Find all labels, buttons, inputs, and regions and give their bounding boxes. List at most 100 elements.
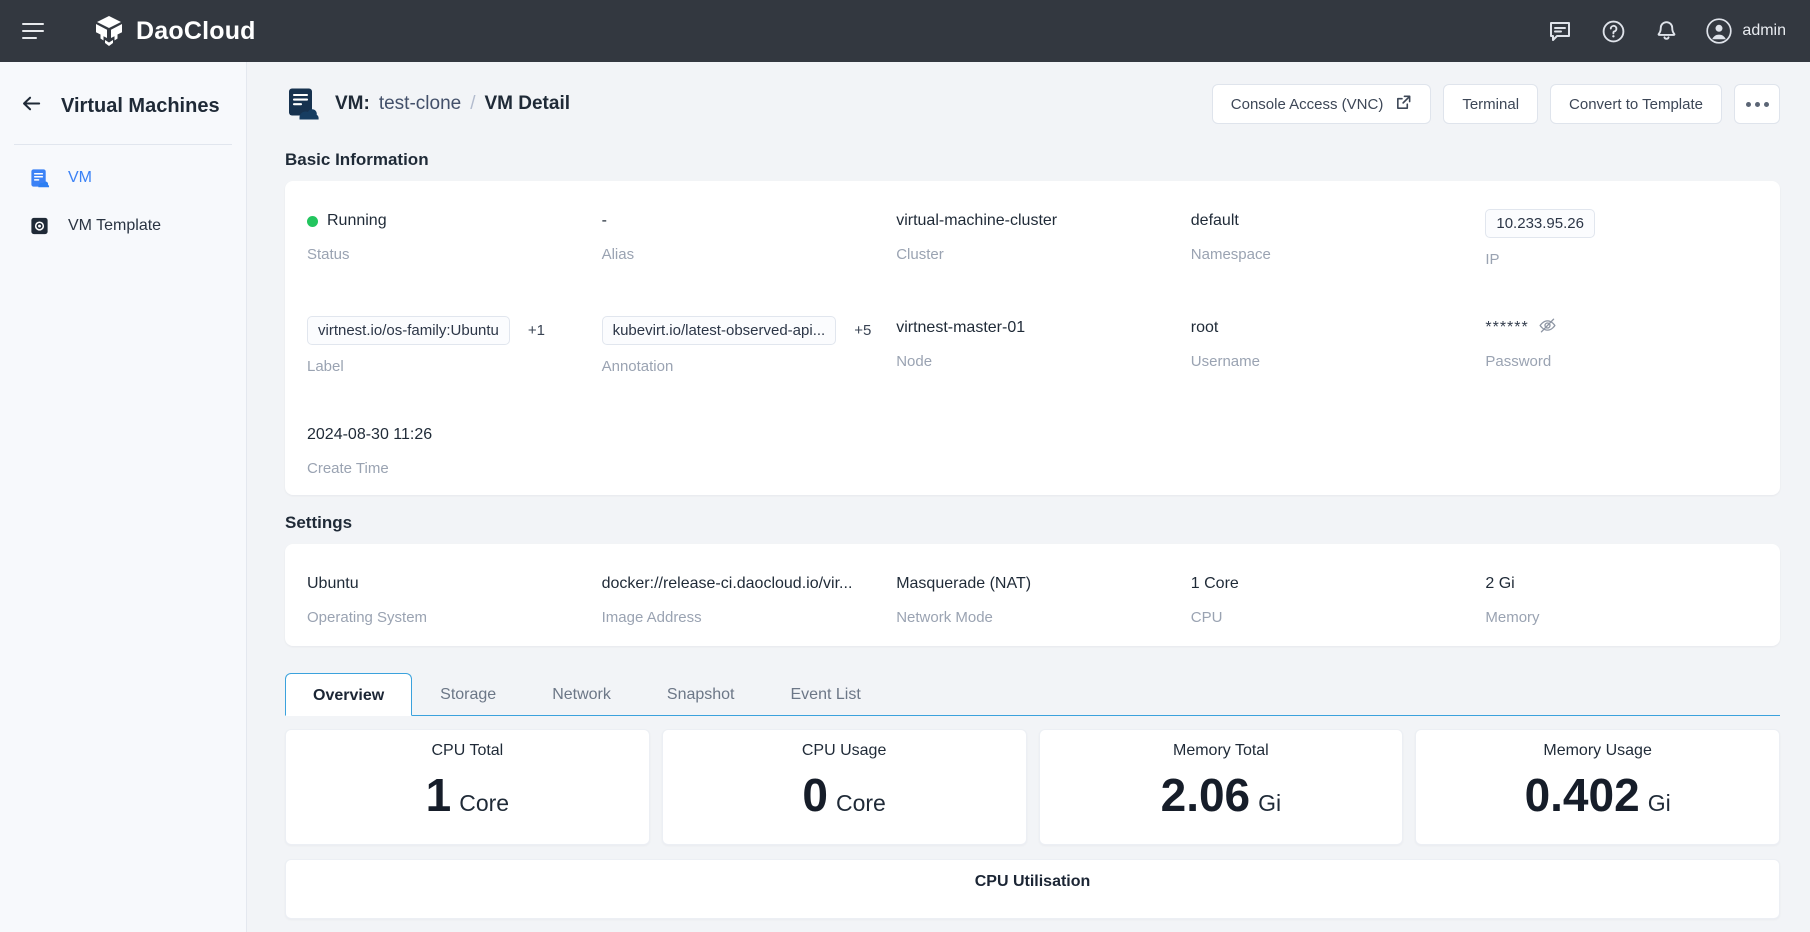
breadcrumb-current: VM Detail xyxy=(484,93,570,115)
annotation-more-count[interactable]: +5 xyxy=(854,322,871,339)
sidebar-item-label: VM xyxy=(68,169,92,187)
stat-value: 0.402 xyxy=(1525,772,1640,818)
field-create-time: 2024-08-30 11:26 Create Time xyxy=(307,423,602,477)
image-address-label: Image Address xyxy=(602,609,881,626)
basic-row-1: Running Status - Alias virtual-machine-c… xyxy=(285,209,1780,268)
username-value: root xyxy=(1191,319,1219,337)
image-address-value: docker://release-ci.daocloud.io/vir... xyxy=(602,575,853,593)
brand-logo-group[interactable]: DaoCloud xyxy=(94,15,256,47)
password-label: Password xyxy=(1485,353,1764,370)
basic-information-card: Running Status - Alias virtual-machine-c… xyxy=(285,181,1780,495)
alias-value: - xyxy=(602,212,607,230)
ip-chip[interactable]: 10.233.95.26 xyxy=(1485,209,1595,238)
field-ip: 10.233.95.26 IP xyxy=(1485,209,1780,268)
notification-bell-icon[interactable] xyxy=(1653,18,1679,44)
settings-title: Settings xyxy=(285,513,1810,533)
stat-card-memory-total: Memory Total 2.06 Gi xyxy=(1039,729,1404,845)
sidebar: Virtual Machines VM VM Templat xyxy=(0,62,247,932)
stat-value: 1 xyxy=(426,772,452,818)
tab-label: Overview xyxy=(313,687,384,704)
settings-card: Ubuntu Operating System docker://release… xyxy=(285,544,1780,646)
field-memory: 2 Gi Memory xyxy=(1485,572,1780,626)
label-more-count[interactable]: +1 xyxy=(528,322,545,339)
stat-value: 0 xyxy=(802,772,828,818)
row-spacer xyxy=(285,268,1780,316)
cpu-utilisation-card: CPU Utilisation xyxy=(285,859,1780,919)
stat-card-memory-usage: Memory Usage 0.402 Gi xyxy=(1415,729,1780,845)
settings-row: Ubuntu Operating System docker://release… xyxy=(285,572,1780,626)
annotation-chip[interactable]: kubevirt.io/latest-observed-api... xyxy=(602,316,837,345)
status-dot-icon xyxy=(307,216,318,227)
memory-value: 2 Gi xyxy=(1485,575,1514,593)
stat-card-cpu-total: CPU Total 1 Core xyxy=(285,729,650,845)
tab-network[interactable]: Network xyxy=(524,672,639,715)
breadcrumb-separator: / xyxy=(470,93,475,115)
stat-unit: Gi xyxy=(1258,790,1281,817)
help-icon[interactable] xyxy=(1600,18,1626,44)
field-empty-3 xyxy=(1191,423,1486,477)
brand-name: DaoCloud xyxy=(136,17,256,46)
field-empty-4 xyxy=(1485,423,1780,477)
app-shell: Virtual Machines VM VM Templat xyxy=(0,62,1810,932)
cpu-value: 1 Core xyxy=(1191,575,1239,593)
avatar xyxy=(1706,18,1732,44)
node-value: virtnest-master-01 xyxy=(896,319,1025,337)
main-content: VM: test-clone / VM Detail Console Acces… xyxy=(247,62,1810,932)
top-bar: DaoCloud xyxy=(0,0,1810,62)
create-time-value: 2024-08-30 11:26 xyxy=(307,426,432,444)
alias-label: Alias xyxy=(602,246,881,263)
node-label: Node xyxy=(896,353,1175,370)
field-annotation: kubevirt.io/latest-observed-api... +5 An… xyxy=(602,316,897,375)
status-value: Running xyxy=(327,212,387,230)
namespace-value: default xyxy=(1191,212,1239,230)
cpu-utilisation-title: CPU Utilisation xyxy=(975,873,1091,891)
tab-storage[interactable]: Storage xyxy=(412,672,524,715)
username-label: admin xyxy=(1742,22,1786,40)
eye-off-icon[interactable] xyxy=(1538,316,1557,340)
console-access-button[interactable]: Console Access (VNC) xyxy=(1212,84,1432,124)
tab-event-list[interactable]: Event List xyxy=(763,672,889,715)
tab-label: Network xyxy=(552,686,611,703)
convert-to-template-button[interactable]: Convert to Template xyxy=(1550,84,1722,124)
tab-overview[interactable]: Overview xyxy=(285,673,412,716)
stat-unit: Gi xyxy=(1648,790,1671,817)
hamburger-icon[interactable] xyxy=(18,14,52,48)
os-label: Operating System xyxy=(307,609,586,626)
stat-card-cpu-usage: CPU Usage 0 Core xyxy=(662,729,1027,845)
sidebar-item-vm-template[interactable]: VM Template xyxy=(8,203,238,249)
label-chip[interactable]: virtnest.io/os-family:Ubuntu xyxy=(307,316,510,345)
stat-title: CPU Usage xyxy=(802,742,886,760)
field-empty-2 xyxy=(896,423,1191,477)
field-cluster: virtual-machine-cluster Cluster xyxy=(896,209,1191,268)
os-value: Ubuntu xyxy=(307,575,359,593)
username-label: Username xyxy=(1191,353,1470,370)
breadcrumb-vm-name[interactable]: test-clone xyxy=(379,93,461,115)
ip-label: IP xyxy=(1485,251,1764,268)
sidebar-item-label: VM Template xyxy=(68,217,161,235)
stat-unit: Core xyxy=(459,790,509,817)
terminal-button[interactable]: Terminal xyxy=(1443,84,1538,124)
sidebar-divider xyxy=(14,144,232,145)
cpu-label: CPU xyxy=(1191,609,1470,626)
sidebar-item-vm[interactable]: VM xyxy=(8,155,238,201)
row-spacer-2 xyxy=(285,375,1780,423)
field-node: virtnest-master-01 Node xyxy=(896,316,1191,375)
basic-information-title: Basic Information xyxy=(285,150,1810,170)
back-arrow-icon[interactable] xyxy=(20,92,43,120)
field-label: virtnest.io/os-family:Ubuntu +1 Label xyxy=(307,316,602,375)
stat-title: Memory Usage xyxy=(1543,742,1651,760)
basic-row-2: virtnest.io/os-family:Ubuntu +1 Label ku… xyxy=(285,316,1780,375)
more-actions-button[interactable] xyxy=(1734,84,1780,124)
basic-row-3: 2024-08-30 11:26 Create Time xyxy=(285,423,1780,477)
external-link-icon xyxy=(1395,94,1412,115)
field-network-mode: Masquerade (NAT) Network Mode xyxy=(896,572,1191,626)
tab-label: Event List xyxy=(791,686,861,703)
tab-snapshot[interactable]: Snapshot xyxy=(639,672,763,715)
sidebar-back-header[interactable]: Virtual Machines xyxy=(0,82,246,120)
field-password: ****** Password xyxy=(1485,316,1780,375)
user-menu[interactable]: admin xyxy=(1706,18,1786,44)
field-empty-1 xyxy=(602,423,897,477)
stat-title: Memory Total xyxy=(1173,742,1269,760)
create-time-label: Create Time xyxy=(307,460,586,477)
chat-icon[interactable] xyxy=(1547,18,1573,44)
